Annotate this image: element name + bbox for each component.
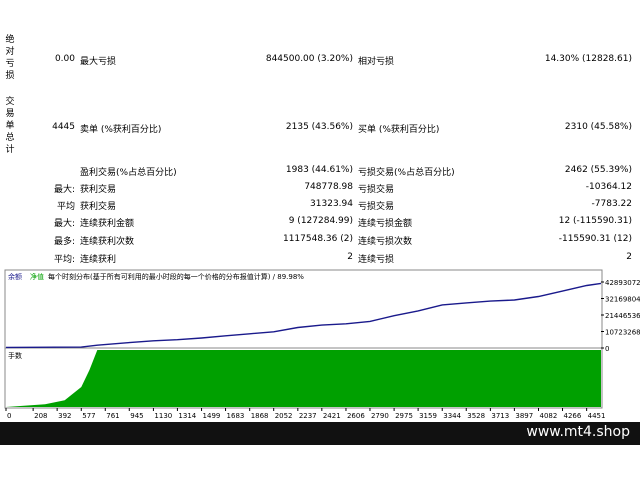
side-char: 计 — [5, 145, 15, 155]
x-tick-label: 1868 — [251, 412, 269, 420]
side-label-trade-total: 交 易 单 总 计 — [3, 96, 17, 156]
stat-prefix: 最大: — [53, 219, 75, 229]
x-tick-label: 2606 — [347, 412, 365, 420]
y-tick-label: 42893072 — [605, 279, 640, 287]
stat-key: 连续获利 — [80, 255, 117, 265]
stat-key: 获利交易 — [80, 185, 117, 195]
x-axis-ticks: 0 208 392 577 761 945 1130 1314 1499 1683 1868 2052… — [5, 408, 606, 420]
x-tick-label: 1130 — [154, 412, 172, 420]
chart-svg: 余额 净值 每个时刻分布(基于所有可利用的最小时段的每一个价格的分布报值计算) … — [4, 269, 640, 420]
balance-chart: 余额 净值 每个时刻分布(基于所有可利用的最小时段的每一个价格的分布报值计算) … — [0, 268, 640, 420]
stat-value: 2310 (45.58%) — [564, 122, 632, 132]
side-char: 损 — [5, 71, 15, 81]
x-tick-label: 392 — [58, 412, 71, 420]
y-tick-label: 21446536 — [605, 312, 640, 320]
stat-value: 31323.94 — [310, 199, 353, 209]
volume-area — [6, 350, 601, 407]
stat-value: 12 (-115590.31) — [558, 216, 632, 226]
stat-value: -115590.31 (12) — [558, 234, 632, 244]
stat-key: 连续获利金额 — [80, 219, 135, 229]
stat-value: 14.30% (12828.61) — [544, 54, 632, 64]
x-tick-label: 3897 — [515, 412, 533, 420]
stat-key: 亏损交易 — [358, 185, 395, 195]
x-tick-label: 4266 — [564, 412, 582, 420]
stat-prefix: 平均 — [56, 202, 75, 212]
stat-value: 0.00 — [54, 54, 75, 64]
side-label-absolute: 绝 对 亏 损 — [3, 34, 17, 82]
x-tick-label: 1683 — [227, 412, 245, 420]
x-tick-label: 577 — [82, 412, 95, 420]
x-tick-label: 4082 — [540, 412, 558, 420]
x-tick-label: 945 — [130, 412, 143, 420]
stat-prefix: 平均: — [53, 255, 75, 265]
x-tick-label: 2975 — [395, 412, 413, 420]
stat-key: 亏损交易 — [358, 202, 395, 212]
x-tick-label: 3159 — [419, 412, 437, 420]
stat-prefix: 最多: — [53, 237, 75, 247]
stat-prefix: 最大: — [53, 185, 75, 195]
stat-value: 844500.00 (3.20%) — [265, 54, 353, 64]
stat-key: 盈利交易(%占总百分比) — [80, 168, 177, 178]
side-char: 单 — [5, 121, 15, 131]
stat-key: 获利交易 — [80, 202, 117, 212]
stat-value: 1117548.36 (2) — [282, 234, 353, 244]
tab-balance[interactable]: 余额 — [8, 272, 22, 281]
side-char: 交 — [5, 97, 15, 107]
side-char: 易 — [5, 109, 15, 119]
x-tick-label: 1314 — [178, 412, 196, 420]
stat-key: 亏损交易(%占总百分比) — [358, 168, 455, 178]
stat-key: 相对亏损 — [358, 57, 395, 67]
y-tick-label: 10723268 — [605, 329, 640, 337]
stat-key: 连续亏损次数 — [358, 237, 413, 247]
stat-value: 2135 (43.56%) — [285, 122, 353, 132]
x-tick-label: 3713 — [491, 412, 509, 420]
y-tick-label: 0 — [605, 345, 609, 353]
side-char: 对 — [5, 47, 15, 57]
y-axis-ticks: 0 10723268 21446536 32169804 42893072 — [601, 279, 640, 353]
x-tick-label: 0 — [7, 412, 11, 420]
stat-key: 连续亏损金额 — [358, 219, 413, 229]
stat-key: 连续亏损 — [358, 255, 395, 265]
stat-key: 连续获利次数 — [80, 237, 135, 247]
stat-value: -7783.22 — [591, 199, 632, 209]
x-tick-label: 3344 — [443, 412, 461, 420]
stat-value: 2 — [347, 252, 353, 262]
x-tick-label: 208 — [34, 412, 47, 420]
stat-value: 1983 (44.61%) — [285, 165, 353, 175]
side-char: 亏 — [5, 59, 15, 69]
stat-key: 买单 (%获利百分比) — [358, 125, 440, 135]
side-char: 绝 — [5, 35, 15, 45]
stat-value: 4445 — [52, 122, 75, 132]
chart-caption: 每个时刻分布(基于所有可利用的最小时段的每一个价格的分布报值计算) / 89.9… — [48, 272, 304, 281]
volume-label: 手数 — [8, 351, 22, 360]
x-tick-label: 3528 — [467, 412, 485, 420]
side-char: 总 — [5, 133, 15, 143]
stat-key: 卖单 (%获利百分比) — [80, 125, 162, 135]
x-tick-label: 761 — [106, 412, 119, 420]
x-tick-label: 2790 — [371, 412, 389, 420]
tab-equity[interactable]: 净值 — [30, 272, 44, 281]
stat-value: 2462 (55.39%) — [564, 165, 632, 175]
x-tick-label: 2052 — [275, 412, 293, 420]
stat-value: -10364.12 — [585, 182, 632, 192]
x-tick-label: 2421 — [323, 412, 341, 420]
y-tick-label: 32169804 — [605, 296, 640, 304]
x-tick-label: 1499 — [203, 412, 221, 420]
footer-bar: www.mt4.shop — [0, 422, 640, 445]
footer-watermark: www.mt4.shop — [526, 424, 630, 440]
x-tick-label: 4451 — [588, 412, 606, 420]
stat-key: 最大亏损 — [80, 57, 117, 67]
stat-value: 9 (127284.99) — [288, 216, 353, 226]
stat-value: 2 — [626, 252, 632, 262]
stat-value: 748778.98 — [304, 182, 353, 192]
x-tick-label: 2237 — [299, 412, 317, 420]
